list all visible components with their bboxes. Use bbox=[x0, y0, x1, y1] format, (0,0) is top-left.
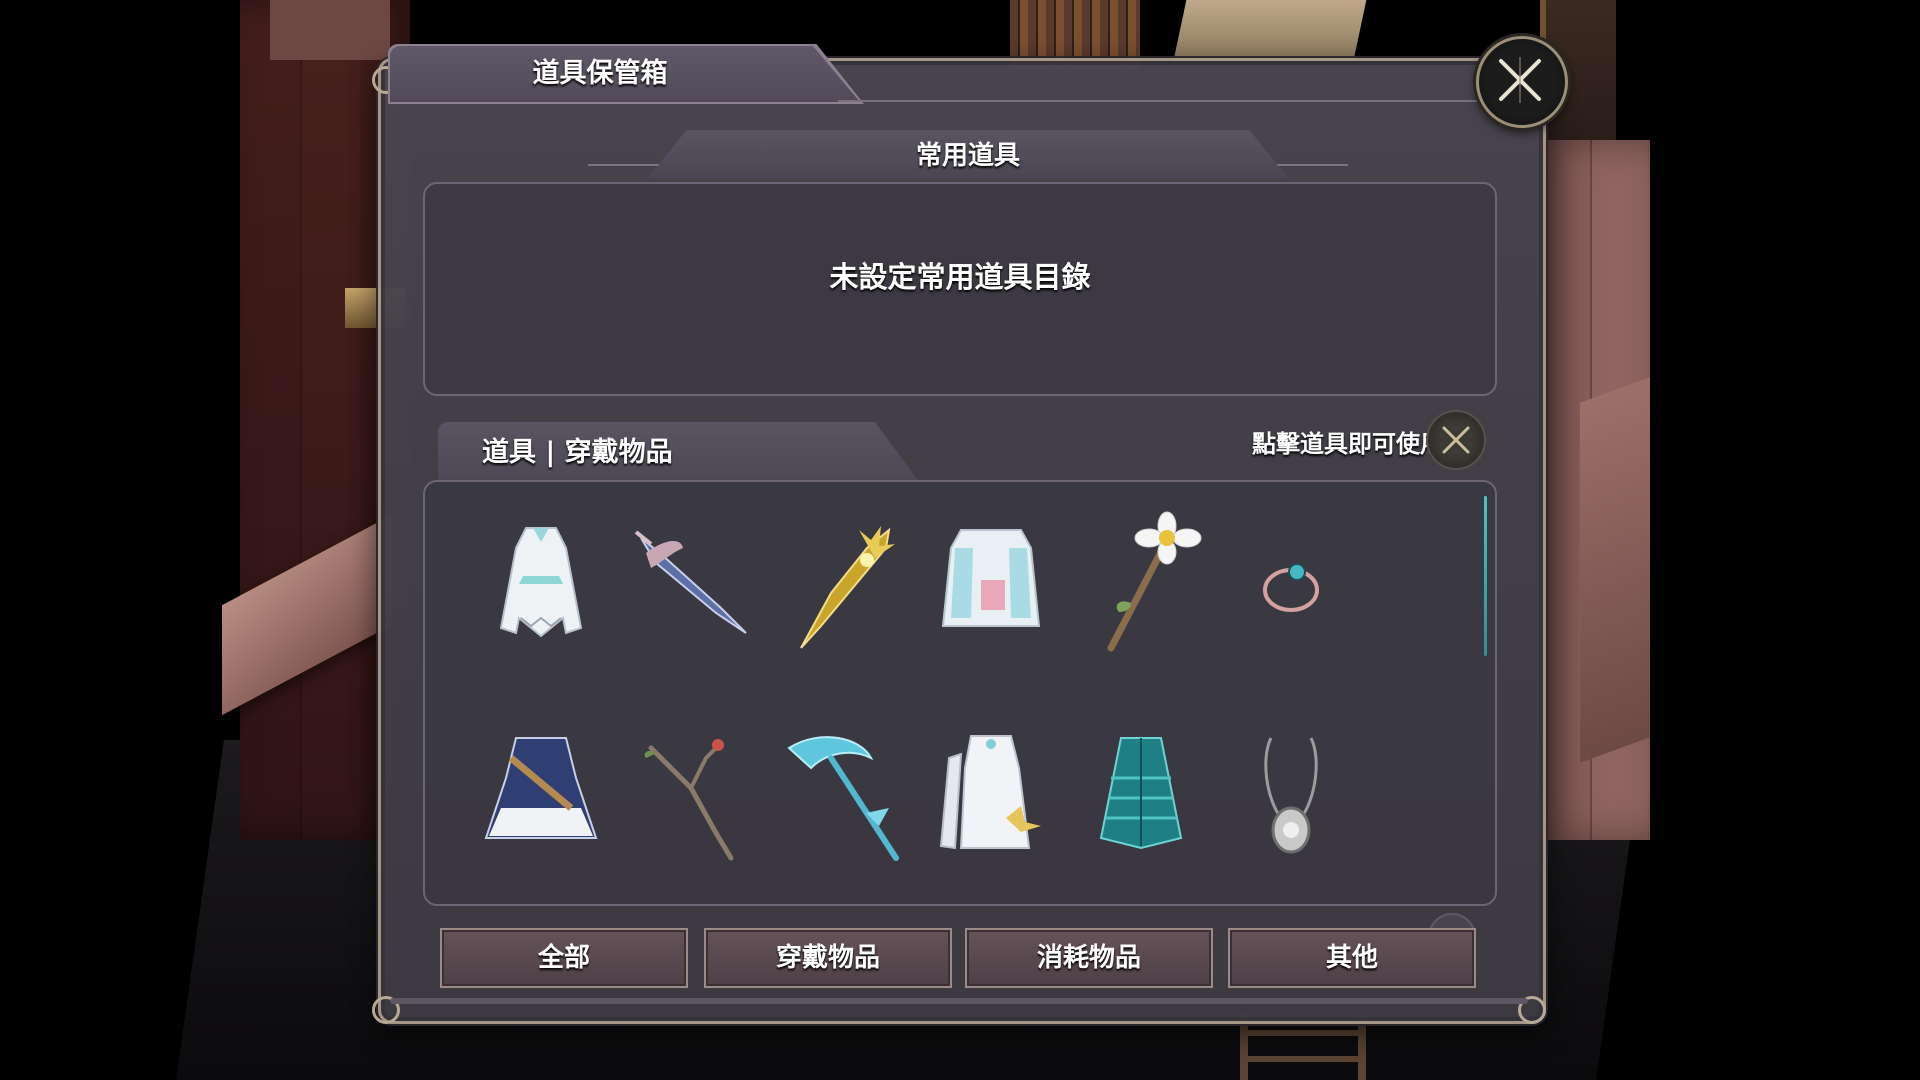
ice-scythe-icon bbox=[787, 736, 899, 861]
white-hooded-coat-icon bbox=[941, 529, 1041, 627]
flower-staff-icon bbox=[1107, 511, 1202, 652]
item-grid[interactable] bbox=[423, 480, 1497, 906]
favorites-header: 常用道具 bbox=[588, 130, 1348, 178]
close-icon bbox=[1499, 57, 1541, 103]
ring-icon bbox=[1263, 563, 1319, 612]
navy-dress-icon bbox=[484, 737, 598, 839]
dialog-title: 道具保管箱 bbox=[532, 58, 668, 89]
white-robe-icon bbox=[499, 527, 583, 638]
tab-others[interactable]: 其他 bbox=[1228, 928, 1476, 988]
right-wall-panel bbox=[1580, 377, 1650, 763]
scrollbar[interactable] bbox=[1484, 496, 1487, 656]
item-slot[interactable] bbox=[1221, 508, 1361, 658]
left-wall-top bbox=[270, 0, 390, 60]
item-slot[interactable] bbox=[921, 718, 1061, 868]
tab-equipment[interactable]: 穿戴物品 bbox=[704, 928, 952, 988]
top-paper bbox=[1173, 0, 1367, 60]
tab-all[interactable]: 全部 bbox=[440, 928, 688, 988]
hint-toggle-button[interactable] bbox=[1426, 410, 1486, 470]
favorites-panel: 未設定常用道具目錄 bbox=[423, 182, 1497, 396]
blue-blade-icon bbox=[634, 530, 747, 634]
bottom-divider bbox=[390, 998, 1528, 1004]
golden-blade-icon bbox=[800, 526, 895, 649]
item-slot[interactable] bbox=[621, 718, 761, 868]
use-hint: 點擊道具即可使用 bbox=[1252, 430, 1444, 458]
item-slot[interactable] bbox=[771, 508, 911, 658]
favorites-empty-message: 未設定常用道具目錄 bbox=[829, 260, 1091, 294]
item-slot[interactable] bbox=[471, 718, 611, 868]
item-slot[interactable] bbox=[771, 718, 911, 868]
tab-consumables[interactable]: 消耗物品 bbox=[965, 928, 1213, 988]
amulet-icon bbox=[1264, 737, 1318, 854]
items-section-title: 道具 | 穿戴物品 bbox=[482, 437, 673, 468]
item-slot[interactable] bbox=[1071, 718, 1211, 868]
item-slot[interactable] bbox=[621, 508, 761, 658]
white-armor-dress-icon bbox=[939, 735, 1041, 850]
close-button[interactable] bbox=[1476, 36, 1568, 128]
item-slot[interactable] bbox=[1221, 718, 1361, 868]
title-divider bbox=[838, 100, 1528, 102]
item-slot[interactable] bbox=[921, 508, 1061, 658]
item-storage-dialog: 道具保管箱 常用道具 未設定常用道具目錄 道具 | 穿戴物品 點擊道具即可使用 bbox=[372, 36, 1568, 1024]
teal-feather-cloak-icon bbox=[1099, 737, 1183, 850]
item-slot[interactable] bbox=[1071, 508, 1211, 658]
favorites-title: 常用道具 bbox=[915, 141, 1020, 171]
branch-staff-icon bbox=[644, 739, 734, 861]
item-slot[interactable] bbox=[471, 508, 611, 658]
crossed-swords-icon bbox=[1442, 426, 1470, 454]
filter-tabs: 全部 穿戴物品 消耗物品 其他 bbox=[440, 928, 1490, 988]
